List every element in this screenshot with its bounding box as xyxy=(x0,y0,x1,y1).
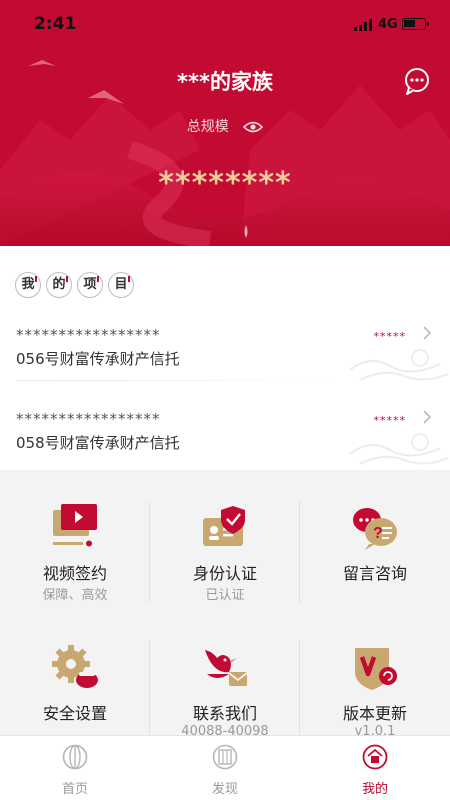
signal-icon xyxy=(354,19,372,31)
contact-us-button[interactable]: 联系我们 40088-40098 xyxy=(150,620,300,750)
services-grid: 视频签约 保障、高效 身份认证 已认证 ? 留言咨询 安全设置 联系我们 400… xyxy=(0,480,450,739)
message-consult-button[interactable]: ? 留言咨询 xyxy=(300,480,450,610)
project-item[interactable]: ***************** 058号财富传承财产信托 ***** xyxy=(0,404,450,484)
my-projects-section: 我的项目 ***************** 056号财富传承财产信托 ****… xyxy=(0,246,450,470)
heading-chip: 我 xyxy=(15,272,41,298)
version-update-icon xyxy=(355,648,397,690)
discover-icon xyxy=(212,744,238,770)
eye-toggle-icon[interactable] xyxy=(243,120,264,134)
id-verify-label: 身份认证 xyxy=(192,564,257,583)
tab-mine[interactable]: 我的 xyxy=(300,736,450,800)
project-name: 056号财富传承财产信托 xyxy=(16,350,180,368)
tab-home-label: 首页 xyxy=(61,782,88,797)
video-sign-label: 视频签约 xyxy=(42,564,107,583)
id-verify-button[interactable]: 身份认证 已认证 xyxy=(150,480,300,610)
project-masked-id: ***************** xyxy=(16,410,161,428)
video-sign-icon xyxy=(53,504,97,547)
tab-discover[interactable]: 发现 xyxy=(150,736,300,800)
tab-home[interactable]: 首页 xyxy=(0,736,150,800)
version-update-label: 版本更新 xyxy=(342,704,407,723)
security-settings-label: 安全设置 xyxy=(42,704,107,723)
heading-chip: 项 xyxy=(77,272,103,298)
video-sign-button[interactable]: 视频签约 保障、高效 xyxy=(0,480,150,610)
status-time: 2:41 xyxy=(34,14,77,34)
mine-icon xyxy=(362,744,388,770)
network-type: 4G xyxy=(378,17,398,32)
chevron-right-icon xyxy=(423,326,432,340)
project-item[interactable]: ***************** 056号财富传承财产信托 ***** xyxy=(0,320,450,400)
heading-chip: 的 xyxy=(46,272,72,298)
contact-us-label: 联系我们 xyxy=(192,704,257,723)
video-sign-sub: 保障、高效 xyxy=(42,588,108,603)
home-icon xyxy=(62,744,88,770)
chevron-right-icon xyxy=(423,410,432,424)
heading-chip: 目 xyxy=(108,272,134,298)
total-amount-masked: ******** xyxy=(158,166,292,201)
message-consult-icon: ? xyxy=(353,508,397,550)
my-projects-heading: 我的项目 xyxy=(15,272,139,298)
family-title: ***的家族 xyxy=(177,70,273,94)
message-consult-label: 留言咨询 xyxy=(342,564,407,583)
total-scale-row: 总规模 xyxy=(0,116,450,136)
bottom-tab-bar: 首页 发现 我的 xyxy=(0,735,450,800)
profile-header: 2:41 4G ***的家族 总规模 ******** xyxy=(0,0,450,246)
project-name: 058号财富传承财产信托 xyxy=(16,434,180,452)
id-verify-sub: 已认证 xyxy=(205,588,245,603)
project-masked-id: ***************** xyxy=(16,326,161,344)
divider xyxy=(16,380,336,381)
svg-text:?: ? xyxy=(373,525,383,542)
status-bar: 2:41 4G xyxy=(0,14,450,38)
battery-icon xyxy=(402,18,429,30)
tab-discover-label: 发现 xyxy=(211,782,238,797)
total-scale-label: 总规模 xyxy=(186,119,229,135)
contact-bird-icon xyxy=(205,650,248,686)
id-verify-icon xyxy=(203,506,245,546)
cloud-pattern-icon xyxy=(349,433,449,465)
security-gear-icon xyxy=(52,645,98,688)
chat-bubble-icon[interactable] xyxy=(402,66,432,96)
tab-mine-label: 我的 xyxy=(361,782,388,797)
security-settings-button[interactable]: 安全设置 xyxy=(0,620,150,750)
version-update-button[interactable]: 版本更新 v1.0.1 xyxy=(300,620,450,750)
cloud-pattern-icon xyxy=(349,349,449,381)
